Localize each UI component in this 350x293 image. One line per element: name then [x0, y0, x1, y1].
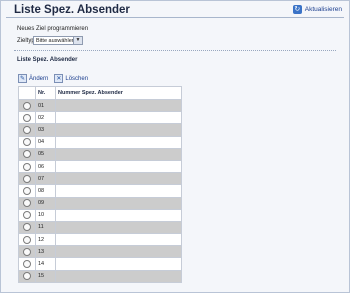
- zieltyp-select[interactable]: Bitte auswählen ▼: [33, 36, 83, 45]
- table-body: 01 02 03 04 05 06 07 08 09 10 11 12 13 14 15: [18, 98, 182, 283]
- page-title: Liste Spez. Absender: [14, 4, 130, 16]
- row-nr: 04: [35, 135, 56, 149]
- refresh-label: Aktualisieren: [304, 6, 342, 13]
- row-select-cell: [18, 184, 36, 198]
- table-row[interactable]: 02: [18, 111, 182, 125]
- row-number-value: [55, 245, 182, 259]
- row-number-value: [55, 196, 182, 210]
- delete-icon: ✕: [54, 74, 64, 83]
- row-number-value: [55, 135, 182, 149]
- row-select-cell: [18, 220, 36, 235]
- table-row[interactable]: 11: [18, 220, 182, 235]
- row-select-cell: [18, 233, 36, 247]
- header-number: Nummer Spez. Absender: [55, 86, 182, 100]
- row-radio[interactable]: [23, 113, 31, 122]
- row-select-cell: [18, 98, 36, 113]
- edit-button[interactable]: ✎ Ändern: [18, 74, 48, 83]
- row-radio[interactable]: [23, 186, 31, 195]
- table-row[interactable]: 15: [18, 269, 182, 283]
- row-nr: 06: [35, 159, 56, 174]
- table-header-row: Nr. Nummer Spez. Absender: [18, 86, 182, 100]
- table-row[interactable]: 03: [18, 123, 182, 137]
- row-number-value: [55, 172, 182, 186]
- row-nr: 12: [35, 233, 56, 247]
- table-row[interactable]: 14: [18, 257, 182, 271]
- row-radio[interactable]: [23, 138, 31, 147]
- row-select-cell: [18, 111, 36, 125]
- new-destination-heading: Neues Ziel programmieren: [17, 26, 89, 32]
- row-radio[interactable]: [23, 260, 31, 269]
- table-row[interactable]: 04: [18, 135, 182, 149]
- table-row[interactable]: 12: [18, 233, 182, 247]
- row-select-cell: [18, 135, 36, 149]
- row-select-cell: [18, 196, 36, 210]
- header-select: [18, 86, 36, 100]
- table-row[interactable]: 13: [18, 245, 182, 259]
- row-number-value: [55, 123, 182, 137]
- list-toolbar: ✎ Ändern ✕ Löschen: [18, 74, 92, 83]
- row-nr: 14: [35, 257, 56, 271]
- sender-list-table: Nr. Nummer Spez. Absender 01 02 03 04 05 06 07…: [18, 86, 182, 283]
- row-number-value: [55, 220, 182, 235]
- row-nr: 09: [35, 196, 56, 210]
- row-nr: 03: [35, 123, 56, 137]
- title-divider: [6, 17, 344, 18]
- row-radio[interactable]: [23, 150, 31, 159]
- table-row[interactable]: 05: [18, 147, 182, 161]
- refresh-button[interactable]: ↻ Aktualisieren: [292, 5, 342, 14]
- delete-button[interactable]: ✕ Löschen: [54, 74, 88, 83]
- row-nr: 11: [35, 220, 56, 235]
- zieltyp-select-value: Bitte auswählen: [36, 38, 75, 44]
- edit-icon: ✎: [18, 74, 27, 83]
- row-radio[interactable]: [23, 247, 31, 256]
- section-divider: [14, 50, 336, 51]
- row-select-cell: [18, 123, 36, 137]
- section-title: Liste Spez. Absender: [17, 57, 78, 63]
- row-nr: 02: [35, 111, 56, 125]
- refresh-icon: ↻: [292, 5, 302, 14]
- row-select-cell: [18, 208, 36, 222]
- row-radio[interactable]: [23, 272, 31, 281]
- row-radio[interactable]: [23, 174, 31, 183]
- table-row[interactable]: 08: [18, 184, 182, 198]
- row-number-value: [55, 159, 182, 174]
- row-nr: 08: [35, 184, 56, 198]
- table-row[interactable]: 10: [18, 208, 182, 222]
- chevron-down-icon: ▼: [73, 37, 82, 44]
- table-row[interactable]: 09: [18, 196, 182, 210]
- row-radio[interactable]: [23, 125, 31, 134]
- row-select-cell: [18, 245, 36, 259]
- row-radio[interactable]: [23, 199, 31, 208]
- row-number-value: [55, 98, 182, 113]
- row-radio[interactable]: [23, 223, 31, 232]
- delete-label: Löschen: [65, 75, 89, 82]
- row-number-value: [55, 257, 182, 271]
- header-nr: Nr.: [35, 86, 56, 100]
- row-number-value: [55, 147, 182, 161]
- row-select-cell: [18, 257, 36, 271]
- row-radio[interactable]: [23, 211, 31, 220]
- row-select-cell: [18, 159, 36, 174]
- row-select-cell: [18, 147, 36, 161]
- table-row[interactable]: 01: [18, 98, 182, 113]
- row-number-value: [55, 208, 182, 222]
- row-number-value: [55, 233, 182, 247]
- table-row[interactable]: 07: [18, 172, 182, 186]
- row-number-value: [55, 111, 182, 125]
- row-nr: 13: [35, 245, 56, 259]
- row-nr: 01: [35, 98, 56, 113]
- row-radio[interactable]: [23, 101, 31, 110]
- table-row[interactable]: 06: [18, 159, 182, 174]
- row-number-value: [55, 269, 182, 283]
- row-select-cell: [18, 172, 36, 186]
- row-radio[interactable]: [23, 162, 31, 171]
- row-number-value: [55, 184, 182, 198]
- row-nr: 10: [35, 208, 56, 222]
- row-radio[interactable]: [23, 235, 31, 244]
- row-select-cell: [18, 269, 36, 283]
- edit-label: Ändern: [29, 75, 49, 82]
- row-nr: 15: [35, 269, 56, 283]
- row-nr: 05: [35, 147, 56, 161]
- row-nr: 07: [35, 172, 56, 186]
